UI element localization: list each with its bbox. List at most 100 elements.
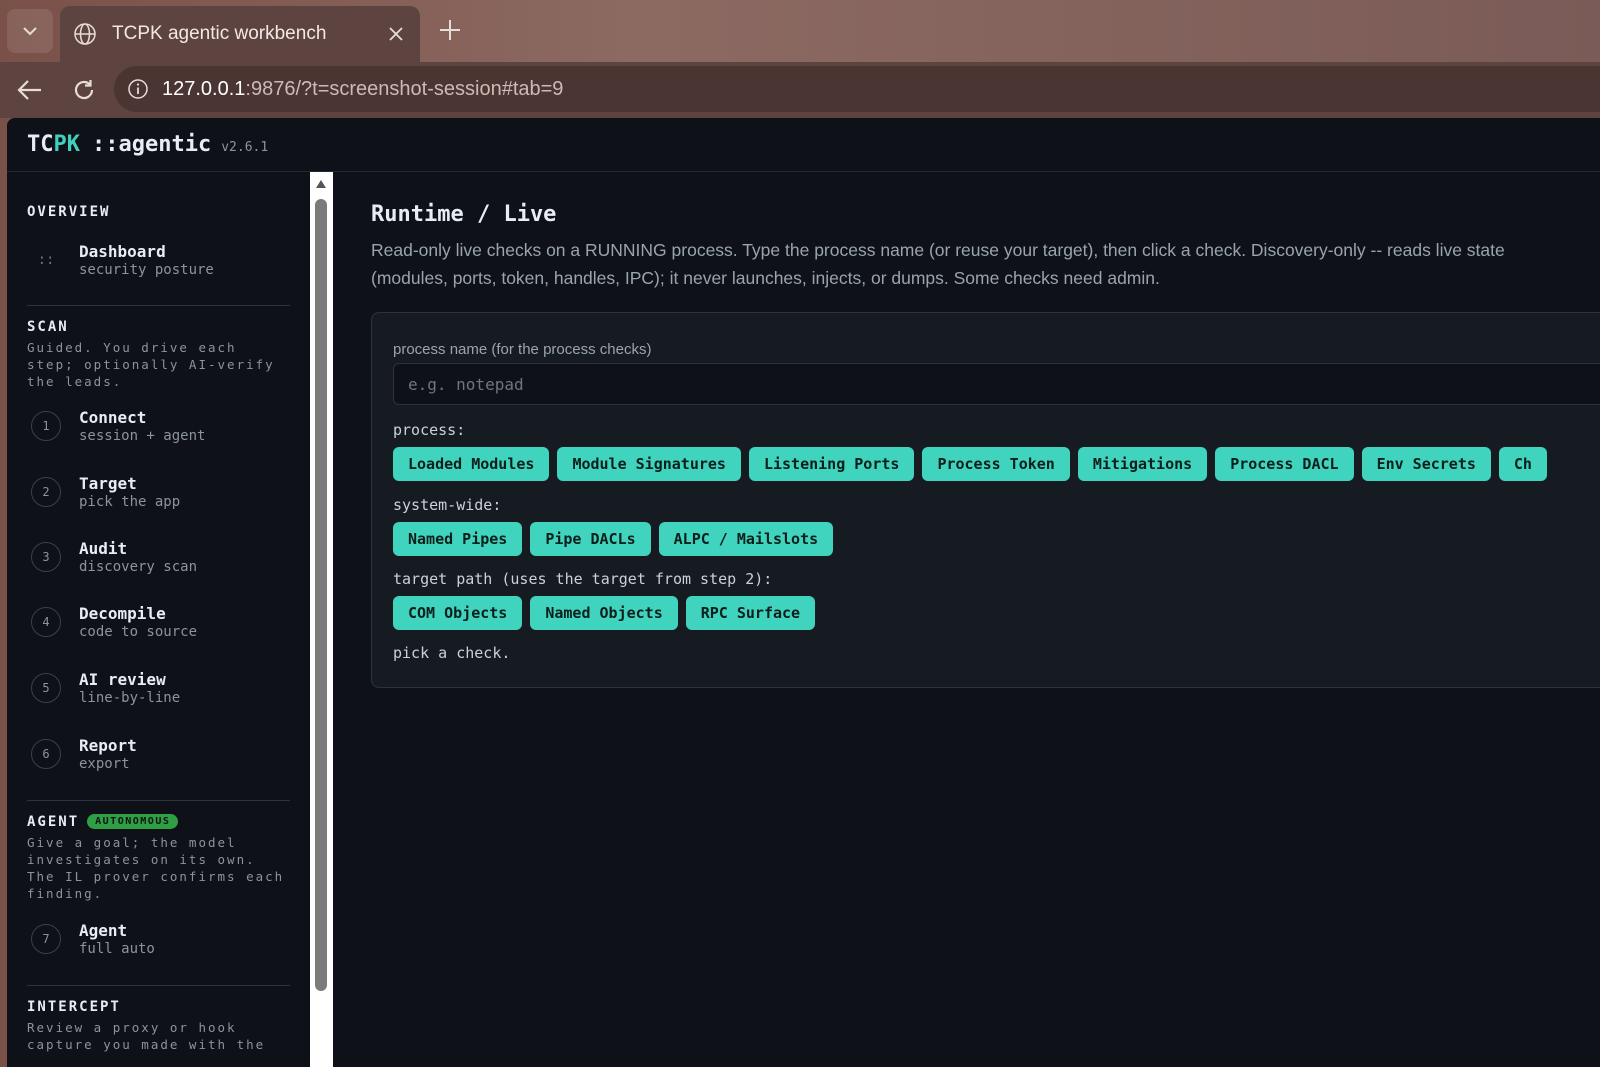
process-dacl-button[interactable]: Process DACL bbox=[1215, 447, 1354, 481]
sidebar-item-report[interactable]: 6 Report export bbox=[31, 729, 291, 779]
logo-agentic: ::agentic bbox=[92, 132, 212, 157]
sidebar-item-audit[interactable]: 3 Audit discovery scan bbox=[31, 532, 291, 582]
nav-label: Report bbox=[79, 736, 137, 755]
page-title: Runtime / Live bbox=[371, 202, 557, 227]
divider bbox=[27, 800, 290, 801]
section-desc-agent: Give a goal; the model investigates on i… bbox=[27, 835, 285, 901]
listening-ports-button[interactable]: Listening Ports bbox=[748, 447, 915, 481]
main-panel: Runtime / Live Read-only live checks on … bbox=[333, 172, 1600, 1067]
ch-check-button[interactable]: Ch bbox=[1498, 447, 1547, 481]
process-name-input[interactable] bbox=[393, 363, 1600, 405]
arrow-left-icon bbox=[17, 80, 41, 100]
process-checks-row: Loaded Modules Module Signatures Listeni… bbox=[393, 447, 1547, 481]
named-objects-button[interactable]: Named Objects bbox=[530, 596, 678, 630]
section-title-overview: OVERVIEW bbox=[27, 204, 111, 220]
section-title-intercept: INTERCEPT bbox=[27, 999, 121, 1015]
url-text: 127.0.0.1:9876/?t=screenshot-session#tab… bbox=[162, 78, 563, 101]
app-logo: TCPK::agentic bbox=[27, 132, 211, 157]
env-secrets-button[interactable]: Env Secrets bbox=[1361, 447, 1491, 481]
rpc-surface-button[interactable]: RPC Surface bbox=[685, 596, 816, 630]
browser-tab-active[interactable]: TCPK agentic workbench bbox=[60, 6, 420, 62]
globe-icon bbox=[72, 21, 98, 47]
app-version: v2.6.1 bbox=[221, 140, 269, 155]
address-bar[interactable]: 127.0.0.1:9876/?t=screenshot-session#tab… bbox=[114, 66, 1600, 112]
sidebar-item-ai-review[interactable]: 5 AI review line-by-line bbox=[31, 663, 291, 713]
section-scan: SCAN Guided. You drive each step; option… bbox=[27, 319, 290, 390]
target-group-label: target path (uses the target from step 2… bbox=[393, 570, 773, 588]
reload-icon bbox=[74, 80, 94, 100]
loaded-modules-button[interactable]: Loaded Modules bbox=[393, 447, 550, 481]
info-icon[interactable] bbox=[126, 77, 150, 101]
plus-icon bbox=[440, 20, 460, 40]
url-host: 127.0.0.1 bbox=[162, 77, 246, 100]
step-number: 4 bbox=[31, 607, 61, 637]
nav-sub: export bbox=[79, 756, 130, 772]
sidebar-item-target[interactable]: 2 Target pick the app bbox=[31, 467, 291, 517]
autonomous-badge: AUTONOMOUS bbox=[87, 814, 179, 829]
section-desc-intercept: Review a proxy or hook capture you made … bbox=[27, 1020, 266, 1052]
com-objects-button[interactable]: COM Objects bbox=[393, 596, 523, 630]
browser-tabstrip: TCPK agentic workbench bbox=[0, 0, 1600, 62]
nav-label: Audit bbox=[79, 539, 128, 558]
step-number: 3 bbox=[31, 542, 61, 572]
sidebar-item-connect[interactable]: 1 Connect session + agent bbox=[31, 401, 291, 451]
browser-toolbar: 127.0.0.1:9876/?t=screenshot-session#tab… bbox=[0, 62, 1600, 118]
back-button[interactable] bbox=[14, 74, 46, 106]
scrollbar-thumb[interactable] bbox=[315, 199, 327, 991]
pipe-dacls-button[interactable]: Pipe DACLs bbox=[530, 522, 651, 556]
page-description: Read-only live checks on a RUNNING proce… bbox=[371, 240, 1505, 288]
scroll-up-arrow-icon[interactable] bbox=[316, 180, 326, 188]
section-desc-scan: Guided. You drive each step; optionally … bbox=[27, 340, 275, 389]
nav-sub: pick the app bbox=[79, 494, 181, 510]
section-title-agent-text: AGENT bbox=[27, 814, 80, 830]
section-title-scan: SCAN bbox=[27, 319, 69, 335]
section-agent: AGENT AUTONOMOUS Give a goal; the model i… bbox=[27, 814, 290, 902]
alpc-mailslots-button[interactable]: ALPC / Mailslots bbox=[658, 522, 834, 556]
section-title-agent: AGENT AUTONOMOUS bbox=[27, 814, 290, 830]
runtime-checks-card: process name (for the process checks) pr… bbox=[371, 312, 1600, 688]
process-name-label: process name (for the process checks) bbox=[393, 341, 652, 358]
logo-tc: TC bbox=[27, 132, 54, 157]
reload-button[interactable] bbox=[68, 74, 100, 106]
dots-icon: :: bbox=[37, 252, 55, 268]
step-number: 6 bbox=[31, 739, 61, 769]
nav-label: Decompile bbox=[79, 604, 166, 623]
nav-label: Agent bbox=[79, 921, 128, 940]
tab-search-button[interactable] bbox=[7, 9, 53, 53]
nav-sub: session + agent bbox=[79, 428, 206, 444]
nav-label: AI review bbox=[79, 670, 166, 689]
divider bbox=[27, 305, 290, 306]
new-tab-button[interactable] bbox=[434, 14, 466, 46]
check-status-text: pick a check. bbox=[393, 644, 511, 662]
step-number: 5 bbox=[31, 673, 61, 703]
nav-label: Target bbox=[79, 474, 137, 493]
chevron-down-icon bbox=[23, 27, 37, 36]
divider bbox=[27, 985, 290, 986]
step-number: 2 bbox=[31, 477, 61, 507]
sidebar-item-decompile[interactable]: 4 Decompile code to source bbox=[31, 597, 291, 647]
nav-sub: discovery scan bbox=[79, 559, 198, 575]
nav-sub: security posture bbox=[79, 262, 214, 278]
step-number: 1 bbox=[31, 411, 61, 441]
close-icon[interactable] bbox=[384, 22, 408, 46]
app-header: TCPK::agentic v2.6.1 bbox=[7, 118, 1600, 172]
module-signatures-button[interactable]: Module Signatures bbox=[557, 447, 741, 481]
mitigations-button[interactable]: Mitigations bbox=[1077, 447, 1208, 481]
sidebar-item-dashboard[interactable]: :: Dashboard security posture bbox=[31, 235, 291, 285]
logo-pk: PK bbox=[53, 132, 81, 157]
step-number: 7 bbox=[31, 924, 61, 954]
process-group-label: process: bbox=[393, 421, 466, 439]
section-overview: OVERVIEW bbox=[27, 204, 290, 220]
sidebar-item-agent[interactable]: 7 Agent full auto bbox=[31, 914, 291, 964]
url-path: :9876/?t=screenshot-session#tab=9 bbox=[245, 77, 564, 100]
target-checks-row: COM Objects Named Objects RPC Surface bbox=[393, 596, 816, 630]
app-window: TCPK::agentic v2.6.1 OVERVIEW :: Dashboa… bbox=[7, 118, 1600, 1067]
tab-title: TCPK agentic workbench bbox=[112, 23, 327, 44]
nav-sub: code to source bbox=[79, 624, 198, 640]
sidebar-scrollbar[interactable] bbox=[310, 172, 333, 1067]
nav-label: Dashboard bbox=[79, 242, 166, 261]
process-token-button[interactable]: Process Token bbox=[922, 447, 1070, 481]
section-intercept: INTERCEPT Review a proxy or hook capture… bbox=[27, 999, 290, 1053]
named-pipes-button[interactable]: Named Pipes bbox=[393, 522, 523, 556]
nav-sub: line-by-line bbox=[79, 690, 181, 706]
